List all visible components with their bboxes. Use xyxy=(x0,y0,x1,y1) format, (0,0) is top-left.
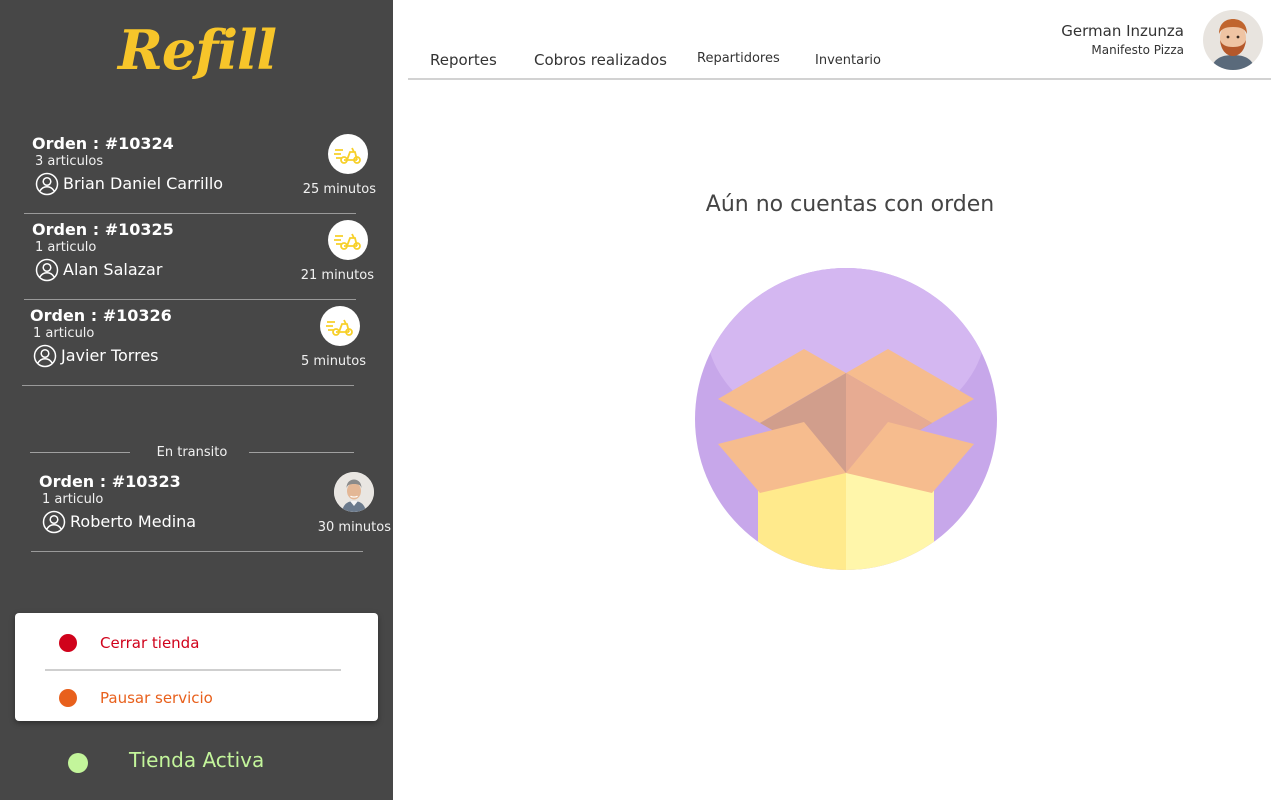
scooter-icon xyxy=(334,233,361,250)
user-icon xyxy=(42,510,66,534)
user-icon xyxy=(35,172,59,196)
pause-status-dot-icon xyxy=(59,689,77,707)
delivery-status-badge xyxy=(328,220,368,260)
scooter-icon xyxy=(326,319,353,336)
order-elapsed-time: 25 minutos xyxy=(302,182,376,197)
order-number: Orden : #10324 xyxy=(32,134,174,153)
sidebar: Refill Orden : #10324 3 articulos Brian … xyxy=(0,0,393,800)
delivery-status-badge xyxy=(328,134,368,174)
app: Refill Orden : #10324 3 articulos Brian … xyxy=(0,0,1280,800)
empty-box-illustration xyxy=(695,268,997,570)
tab-repartidores[interactable]: Repartidores xyxy=(697,51,780,66)
user-avatar-image xyxy=(1203,10,1263,70)
transit-order-card[interactable]: Orden : #10323 1 articulo Roberto Medina… xyxy=(31,466,391,552)
order-number: Orden : #10325 xyxy=(32,220,174,239)
customer-name: Brian Daniel Carrillo xyxy=(63,174,224,193)
order-item-count: 3 articulos xyxy=(35,154,104,169)
order-number: Orden : #10323 xyxy=(39,472,181,491)
transit-separator: En transito xyxy=(30,444,354,462)
close-store-label: Cerrar tienda xyxy=(100,634,200,652)
order-card[interactable]: Orden : #10324 3 articulos Brian Daniel … xyxy=(24,128,384,214)
order-card[interactable]: Orden : #10325 1 articulo Alan Salazar 2… xyxy=(24,214,384,300)
pause-service-button[interactable]: Pausar servicio xyxy=(15,683,378,713)
order-item-count: 1 articulo xyxy=(42,492,104,507)
divider xyxy=(31,551,363,552)
driver-avatar-image xyxy=(334,472,374,512)
delivery-status-badge xyxy=(320,306,360,346)
order-item-count: 1 articulo xyxy=(35,240,97,255)
store-status-label: Tienda Activa xyxy=(129,748,265,772)
refill-logo: Refill xyxy=(118,18,277,82)
close-status-dot-icon xyxy=(59,634,77,652)
top-nav: Reportes Cobros realizados Repartidores … xyxy=(408,0,1271,80)
empty-state-message: Aún no cuentas con orden xyxy=(705,192,995,217)
order-elapsed-time: 30 minutos xyxy=(317,520,391,535)
customer-name: Roberto Medina xyxy=(70,512,197,531)
tab-reportes[interactable]: Reportes xyxy=(430,51,497,69)
close-store-button[interactable]: Cerrar tienda xyxy=(15,628,378,658)
order-elapsed-time: 21 minutos xyxy=(300,268,374,283)
user-icon xyxy=(35,258,59,282)
store-control-panel: Cerrar tienda Pausar servicio xyxy=(15,613,378,721)
order-number: Orden : #10326 xyxy=(30,306,172,325)
store-status: Tienda Activa xyxy=(68,748,328,778)
store-name: Manifesto Pizza xyxy=(1091,43,1184,57)
tab-cobros-realizados[interactable]: Cobros realizados xyxy=(534,51,667,69)
active-status-dot-icon xyxy=(68,753,88,773)
order-elapsed-time: 5 minutos xyxy=(301,354,366,369)
user-icon xyxy=(33,344,57,368)
driver-avatar xyxy=(334,472,374,512)
tab-inventario[interactable]: Inventario xyxy=(815,53,881,68)
divider xyxy=(249,452,354,453)
order-card[interactable]: Orden : #10326 1 articulo Javier Torres … xyxy=(22,300,382,386)
order-item-count: 1 articulo xyxy=(33,326,95,341)
pause-service-label: Pausar servicio xyxy=(100,689,213,707)
customer-name: Alan Salazar xyxy=(63,260,163,279)
divider xyxy=(22,385,354,386)
user-avatar[interactable] xyxy=(1203,10,1263,70)
divider xyxy=(45,669,341,671)
customer-name: Javier Torres xyxy=(61,346,159,365)
user-name: German Inzunza xyxy=(1061,22,1184,40)
scooter-icon xyxy=(334,147,361,164)
